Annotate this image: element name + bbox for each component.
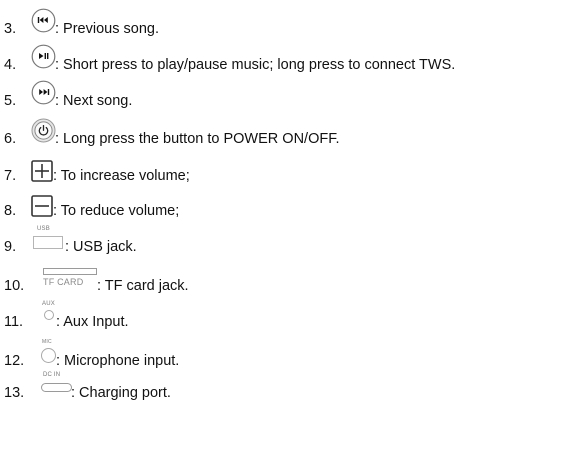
list-item: 6. : Long press the button to POWER ON/O… bbox=[0, 118, 581, 148]
usb-port-outline bbox=[33, 236, 63, 249]
list-item: 7. : To increase volume; bbox=[0, 155, 581, 185]
tf-slot-outline bbox=[43, 268, 97, 275]
previous-track-icon bbox=[31, 8, 56, 33]
list-item: 9. USB : USB jack. bbox=[0, 226, 581, 256]
item-number: 5. bbox=[4, 92, 17, 109]
item-description: : Previous song. bbox=[55, 20, 159, 37]
item-number: 3. bbox=[4, 20, 17, 37]
item-number: 9. bbox=[4, 238, 17, 255]
item-number: 7. bbox=[4, 167, 17, 184]
list-item: 8. : To reduce volume; bbox=[0, 190, 581, 220]
next-track-icon bbox=[31, 80, 56, 105]
item-description: : Aux Input. bbox=[56, 313, 129, 330]
mic-label: MIC bbox=[42, 339, 52, 345]
dc-port-outline bbox=[41, 383, 72, 392]
mic-port-circle bbox=[41, 348, 56, 363]
list-item: 3. : Previous song. bbox=[0, 8, 581, 38]
item-number: 10. bbox=[4, 277, 25, 294]
list-item: 12. MIC : Microphone input. bbox=[0, 340, 581, 370]
item-description: : Short press to play/pause music; long … bbox=[55, 56, 456, 73]
item-number: 11. bbox=[4, 313, 24, 330]
list-item: 4. : Short press to play/pause music; lo… bbox=[0, 44, 581, 74]
play-pause-icon bbox=[31, 44, 56, 69]
item-description: : TF card jack. bbox=[97, 277, 189, 294]
item-number: 12. bbox=[4, 352, 25, 369]
item-description: : Long press the button to POWER ON/OFF. bbox=[55, 130, 340, 147]
dc-in-port-icon: DC IN bbox=[41, 372, 75, 402]
item-number: 8. bbox=[4, 202, 17, 219]
item-description: : To reduce volume; bbox=[53, 202, 180, 219]
item-description: : Microphone input. bbox=[56, 352, 180, 369]
list-item: 10. TF CARD : TF card jack. bbox=[0, 265, 581, 295]
item-number: 13. bbox=[4, 384, 25, 401]
item-number: 6. bbox=[4, 130, 17, 147]
item-description: : To increase volume; bbox=[53, 167, 190, 184]
list-item: 11. AUX : Aux Input. bbox=[0, 301, 581, 331]
aux-label: AUX bbox=[42, 301, 55, 307]
power-button-icon bbox=[31, 118, 56, 143]
minus-button-icon bbox=[31, 195, 53, 217]
dc-in-label: DC IN bbox=[43, 372, 61, 378]
plus-button-icon bbox=[31, 160, 53, 182]
item-description: : Charging port. bbox=[71, 384, 171, 401]
usb-jack-icon: USB bbox=[33, 226, 65, 254]
item-description: : Next song. bbox=[55, 92, 133, 109]
item-description: : USB jack. bbox=[65, 238, 137, 255]
list-item: 5. : Next song. bbox=[0, 80, 581, 110]
list-item: 13. DC IN : Charging port. bbox=[0, 372, 581, 402]
usb-label: USB bbox=[37, 226, 50, 232]
item-number: 4. bbox=[4, 56, 17, 73]
tf-card-label: TF CARD bbox=[43, 277, 84, 287]
aux-port-circle bbox=[44, 310, 54, 320]
tf-card-slot-icon: TF CARD bbox=[42, 265, 100, 293]
